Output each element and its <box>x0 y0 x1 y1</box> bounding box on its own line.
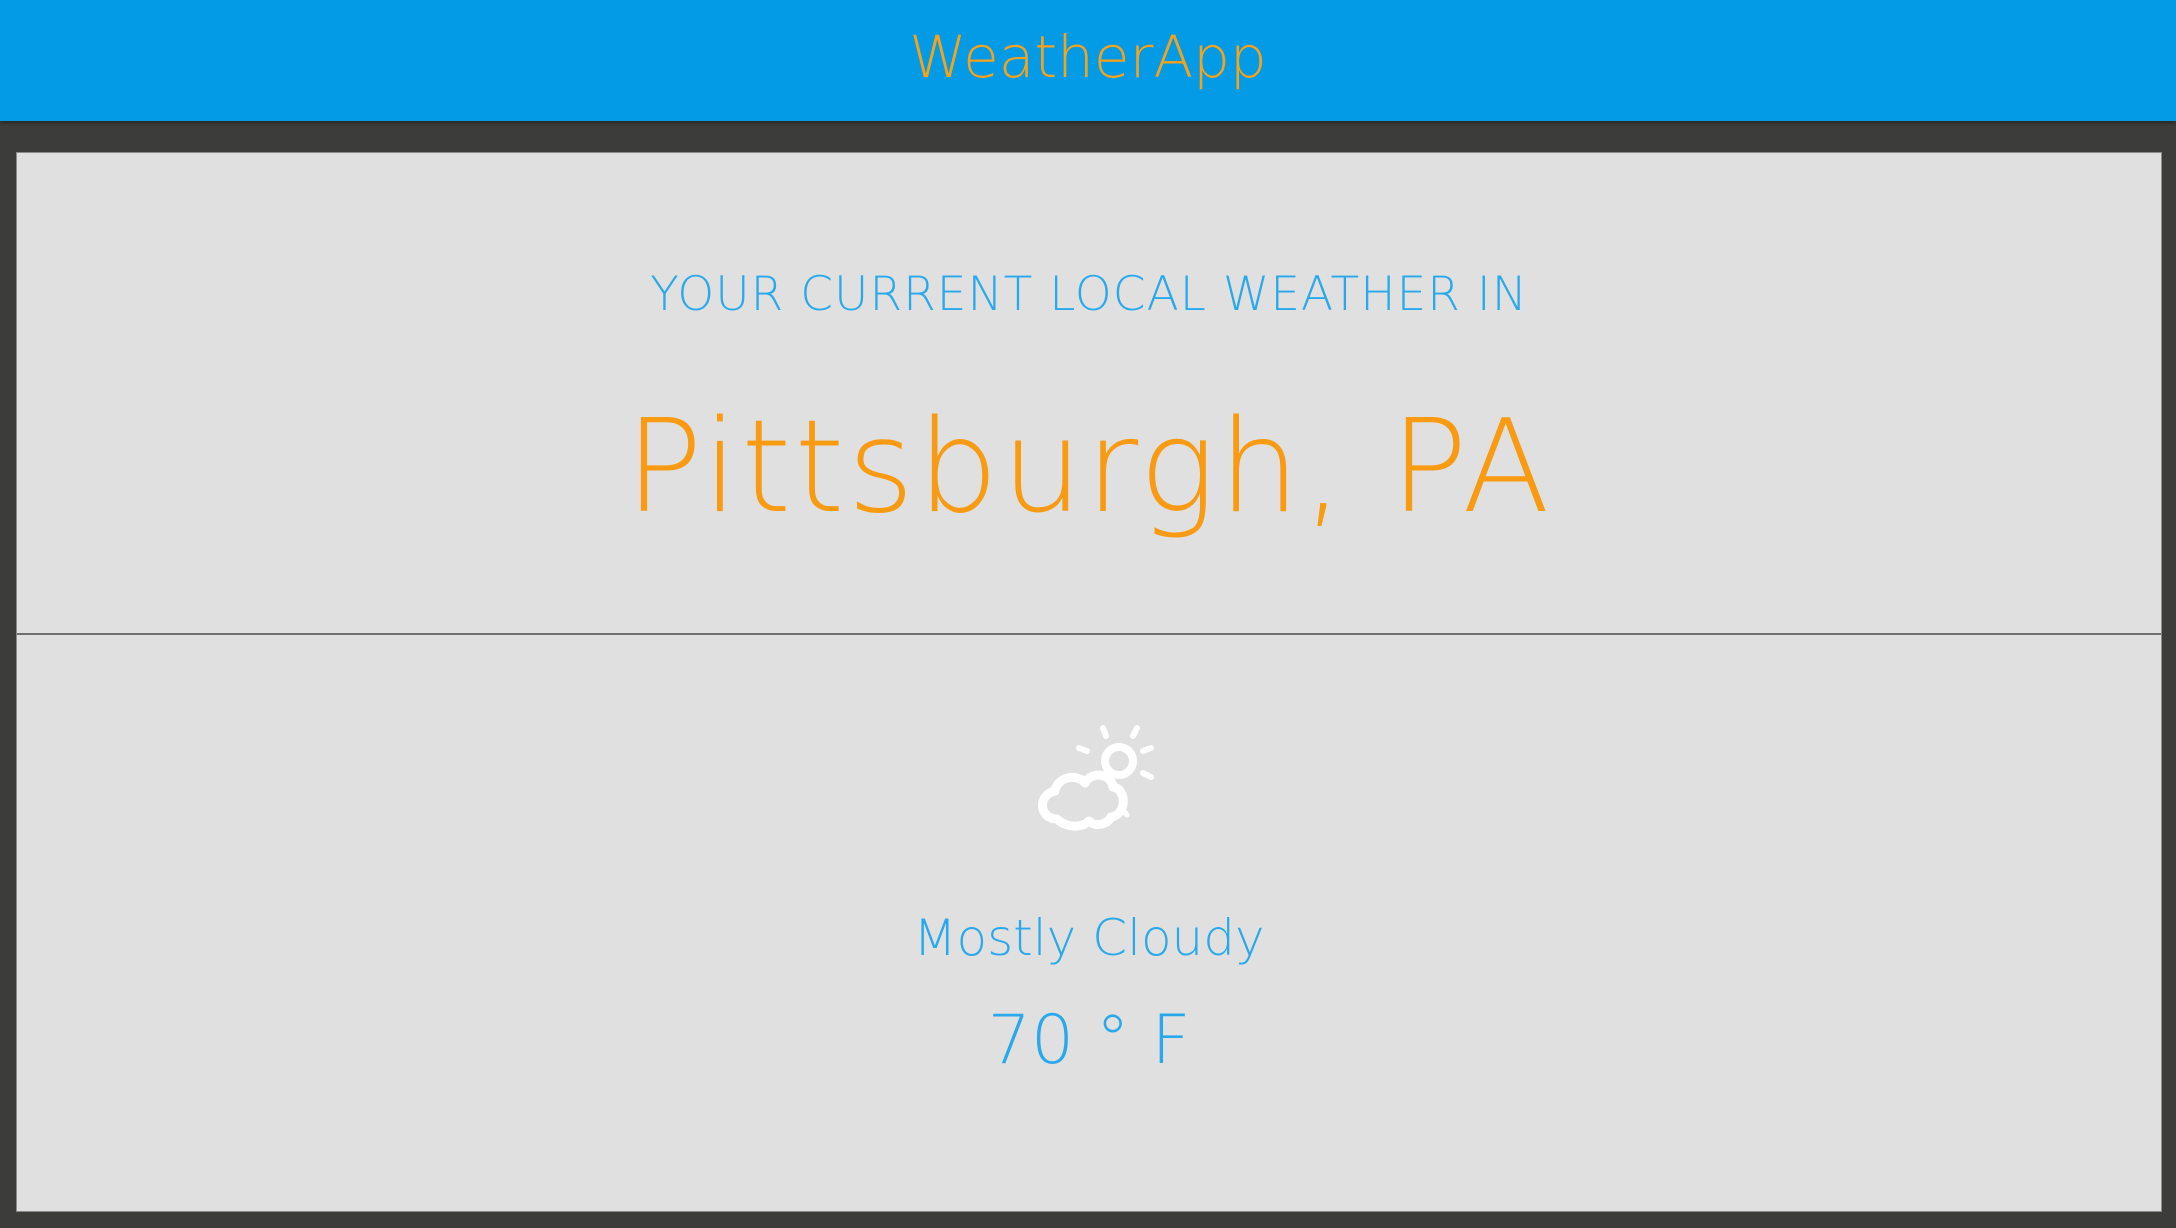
app-title: WeatherApp <box>909 22 1267 91</box>
location-section: YOUR CURRENT LOCAL WEATHER IN Pittsburgh… <box>17 153 2161 635</box>
partly-cloudy-icon <box>1038 725 1154 831</box>
weather-card: YOUR CURRENT LOCAL WEATHER IN Pittsburgh… <box>16 152 2162 1212</box>
weather-condition: Mostly Cloudy <box>913 909 1265 967</box>
city-name: Pittsburgh, PA <box>625 393 1553 542</box>
app-header: WeatherApp <box>0 0 2176 121</box>
location-heading: YOUR CURRENT LOCAL WEATHER IN <box>650 267 1528 322</box>
temperature-reading: 70 ° F <box>987 1001 1191 1080</box>
